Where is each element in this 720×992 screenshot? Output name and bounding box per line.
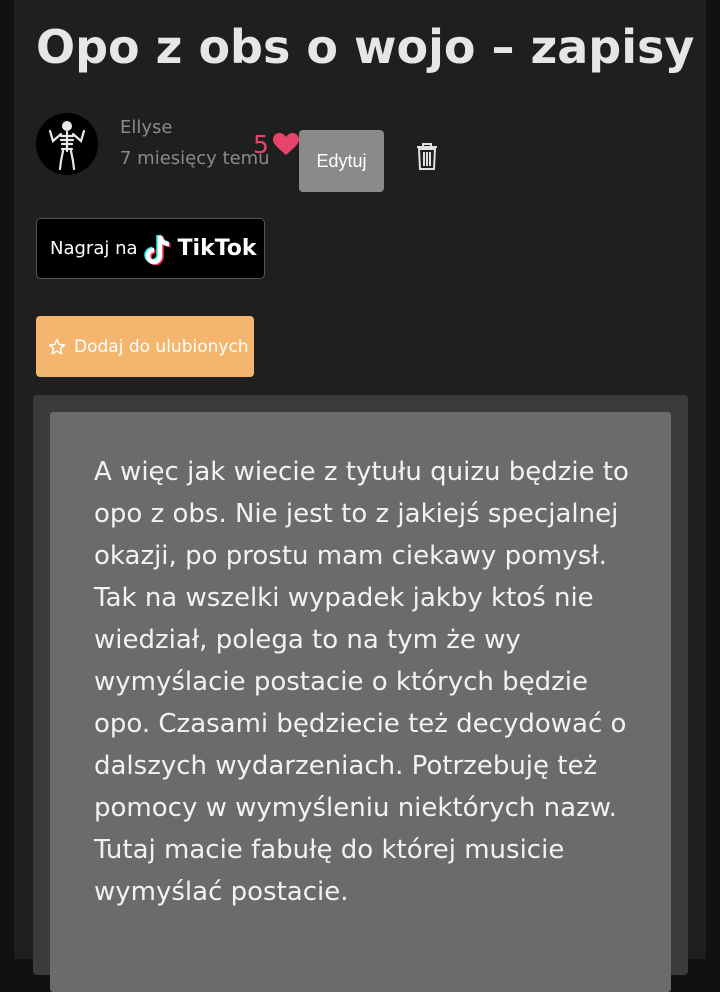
tiktok-logo-icon <box>143 233 171 265</box>
heart-icon[interactable] <box>272 133 299 156</box>
tiktok-record-button[interactable]: Nagraj na TikTok <box>36 218 265 279</box>
like-counter[interactable]: 5 <box>253 130 299 159</box>
add-to-favorites-label: Dodaj do ulubionych <box>74 336 249 357</box>
skeleton-avatar-icon <box>36 113 98 175</box>
star-outline-icon <box>48 338 66 354</box>
page-title: Opo z obs o wojo – zapisy <box>36 20 695 74</box>
content-card: A więc jak wiecie z tytułu quizu będzie … <box>33 395 688 992</box>
delete-button[interactable] <box>414 143 440 171</box>
post-time: 7 miesięcy temu <box>120 148 270 169</box>
avatar[interactable] <box>36 113 98 175</box>
edit-button[interactable]: Edytuj <box>299 130 384 192</box>
content-inner: A więc jak wiecie z tytułu quizu będzie … <box>50 412 671 992</box>
trash-icon[interactable] <box>414 143 440 171</box>
post-content: A więc jak wiecie z tytułu quizu będzie … <box>94 457 629 907</box>
author-name[interactable]: Ellyse <box>120 117 172 138</box>
post-page: Opo z obs o wojo – zapisy Ellyse 7 miesi… <box>14 0 706 992</box>
likes-count: 5 <box>253 130 269 159</box>
add-to-favorites-button[interactable]: Dodaj do ulubionych <box>36 316 254 377</box>
tiktok-prefix: Nagraj na <box>50 238 138 259</box>
tiktok-brand-text: TikTok <box>177 236 257 261</box>
